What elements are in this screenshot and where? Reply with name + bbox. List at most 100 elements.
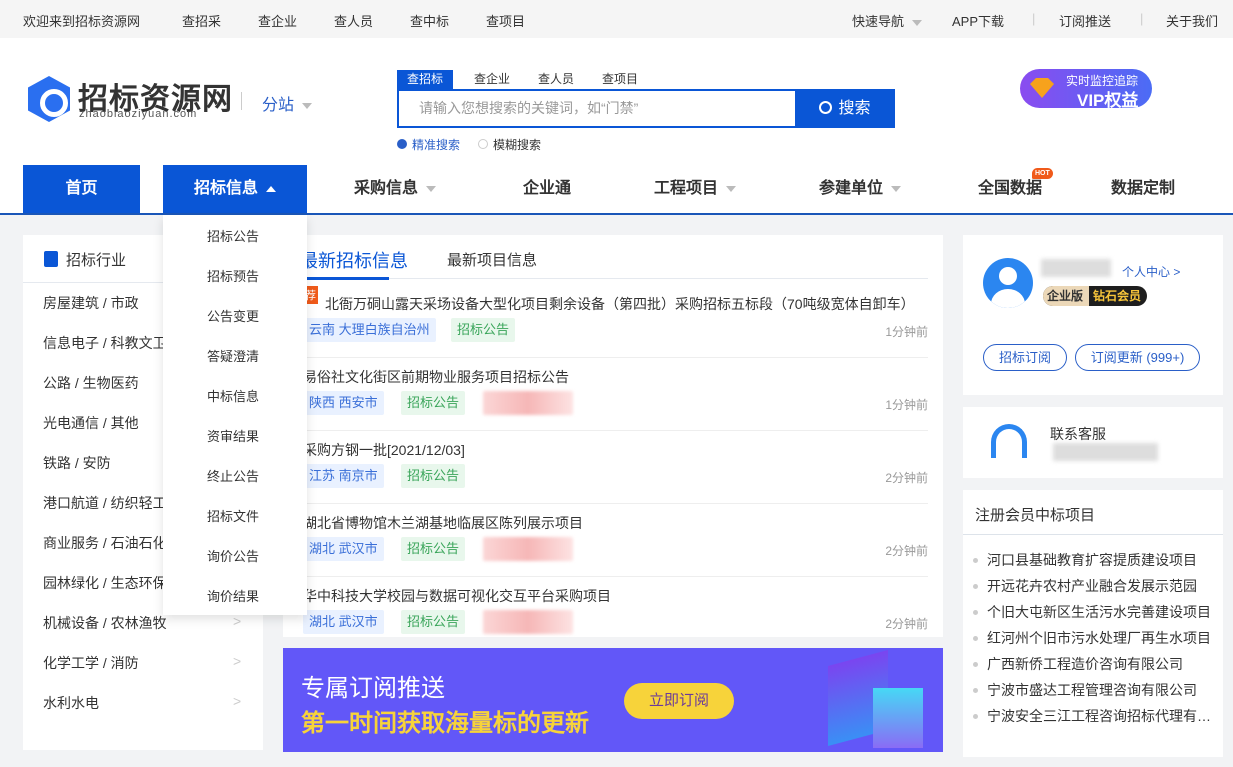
bookmark-icon (44, 251, 58, 267)
top-link[interactable]: 查企业 (258, 11, 297, 30)
search-input[interactable]: 请输入您想搜索的关键词，如“门禁” (397, 89, 795, 128)
dropdown-item[interactable]: 招标公告 (207, 226, 259, 245)
nav-home[interactable]: 首页 (23, 165, 140, 213)
nav-bidding-info[interactable]: 招标信息 (163, 165, 307, 213)
nav-data-custom[interactable]: 数据定制 (1093, 165, 1193, 213)
nav-procurement[interactable]: 采购信息 (330, 165, 460, 213)
nav-label: 采购信息 (353, 180, 418, 197)
customer-service-card[interactable]: 联系客服 (963, 407, 1223, 478)
vip-badge[interactable]: 实时监控追踪 VIP权益 (1020, 69, 1152, 110)
about-link[interactable]: 关于我们 (1166, 11, 1218, 30)
news-row[interactable]: 华中科技大学校园与数据可视化交互平台采购项目湖北 武汉市 招标公告 2分钟前 (303, 577, 928, 650)
type-tag[interactable]: 招标公告 (401, 537, 466, 561)
winner-item[interactable]: 河口县基础教育扩容提质建设项目 (973, 550, 1213, 570)
vip-line2: VIP权益 (1077, 91, 1139, 110)
logo-domain: zhaobiaoziyuan.com (79, 108, 198, 120)
subscribe-banner[interactable]: 专属订阅推送 第一时间获取海量标的更新 立即订阅 (283, 648, 943, 752)
news-row[interactable]: 采购方钢一批[2021/12/03] 江苏 南京市 招标公告 2分钟前 (303, 431, 928, 504)
dropdown-item[interactable]: 招标预告 (207, 266, 259, 285)
industry-label: 港口航道 / 纺织轻工 (43, 495, 167, 511)
industry-label: 水利水电 (43, 695, 99, 711)
winner-item[interactable]: 个旧大屯新区生活污水完善建设项目 (973, 602, 1213, 622)
news-time: 2分钟前 (885, 617, 928, 631)
type-tag[interactable]: 招标公告 (401, 464, 466, 488)
winner-item[interactable]: 开远花卉农村产业融合发展示范园 (973, 576, 1213, 596)
news-title[interactable]: 易俗社文化街区前期物业服务项目招标公告 (303, 367, 918, 387)
bid-subscribe-button[interactable]: 招标订阅 (983, 344, 1067, 371)
dropdown-item[interactable]: 资审结果 (207, 426, 259, 445)
top-link[interactable]: 查人员 (334, 11, 373, 30)
news-title[interactable]: 北衙万硐山露天采场设备大型化项目剩余设备（第四批）采购招标五标段（70吨级宽体自… (303, 294, 918, 314)
search-tab-company[interactable]: 查企业 (464, 70, 520, 89)
quick-nav[interactable]: 快速导航 (852, 11, 923, 30)
diamond-icon (1030, 78, 1054, 98)
nav-units[interactable]: 参建单位 (795, 165, 925, 213)
news-time: 1分钟前 (885, 325, 928, 339)
dropdown-item[interactable]: 询价公告 (207, 546, 259, 565)
search-tab-project[interactable]: 查项目 (592, 70, 648, 89)
mode-fuzzy[interactable]: 模糊搜索 (478, 136, 541, 153)
type-tag[interactable]: 招标公告 (451, 318, 516, 342)
tab-latest-bids[interactable]: 最新招标信息 (300, 247, 408, 273)
industry-label: 光电通信 / 其他 (43, 415, 139, 431)
news-title[interactable]: 湖北省博物馆木兰湖基地临展区陈列展示项目 (303, 513, 918, 533)
dropdown-item[interactable]: 答疑澄清 (207, 346, 259, 365)
top-bar: 欢迎来到招标资源网 查招采 查企业 查人员 查中标 查项目 快速导航 APP下载… (0, 0, 1233, 38)
personal-center-link[interactable]: 个人中心 > (1122, 263, 1180, 280)
search-tab-bid[interactable]: 查招标 (397, 70, 454, 89)
mode-exact[interactable]: 精准搜索 (397, 136, 460, 153)
industry-item[interactable]: 水利水电 > (23, 693, 263, 723)
tab-latest-projects[interactable]: 最新项目信息 (447, 249, 537, 270)
search-button[interactable]: 搜索 (795, 89, 895, 128)
caret-down-icon (726, 185, 736, 192)
news-title[interactable]: 华中科技大学校园与数据可视化交互平台采购项目 (303, 586, 918, 606)
winner-item[interactable]: 宁波市盛达工程管理咨询有限公司 (973, 680, 1213, 700)
industry-label: 房屋建筑 / 市政 (43, 295, 139, 311)
member-badge: 企业版 钻石会员 (1043, 286, 1148, 306)
top-link[interactable]: 查招采 (182, 11, 221, 30)
industry-label: 机械设备 / 农林渔牧 (43, 615, 167, 631)
news-title[interactable]: 采购方钢一批[2021/12/03] (303, 440, 918, 460)
industry-label: 化学工学 / 消防 (43, 655, 139, 671)
industry-item[interactable]: 化学工学 / 消防 > (23, 653, 263, 683)
news-row[interactable]: 荐北衙万硐山露天采场设备大型化项目剩余设备（第四批）采购招标五标段（70吨级宽体… (303, 285, 928, 358)
location-tag[interactable]: 湖北 武汉市 (303, 537, 384, 561)
winner-item[interactable]: 红河州个旧市污水处理厂再生水项目 (973, 628, 1213, 648)
winner-item[interactable]: 广西新侨工程造价咨询有限公司 (973, 654, 1213, 674)
branch-select[interactable]: 分站 (262, 91, 313, 115)
dropdown-item[interactable]: 招标文件 (207, 506, 259, 525)
news-row[interactable]: 易俗社文化街区前期物业服务项目招标公告 陕西 西安市 招标公告 1分钟前 (303, 358, 928, 431)
type-tag[interactable]: 招标公告 (401, 610, 466, 634)
top-link[interactable]: 查中标 (410, 11, 449, 30)
subscription-updates-button[interactable]: 订阅更新 (999+) (1075, 344, 1200, 371)
avatar[interactable] (983, 258, 1033, 308)
dropdown-item[interactable]: 中标信息 (207, 386, 259, 405)
edition-label: 企业版 (1043, 286, 1090, 306)
industry-item[interactable]: 机械设备 / 农林渔牧 > (23, 613, 263, 643)
top-link[interactable]: 查项目 (486, 11, 525, 30)
subscribe-link[interactable]: 订阅推送 (1059, 11, 1111, 30)
app-download-link[interactable]: APP下载 (952, 11, 1004, 30)
location-tag[interactable]: 陕西 西安市 (303, 391, 384, 415)
blurred-tag (483, 391, 573, 415)
blurred-tag (483, 537, 573, 561)
type-tag[interactable]: 招标公告 (401, 391, 466, 415)
location-tag[interactable]: 云南 大理白族自治州 (303, 318, 436, 342)
location-tag[interactable]: 江苏 南京市 (303, 464, 384, 488)
subscribe-now-button[interactable]: 立即订阅 (624, 683, 734, 719)
dropdown-item[interactable]: 公告变更 (207, 306, 259, 325)
nav-projects[interactable]: 工程项目 (630, 165, 760, 213)
dropdown-item[interactable]: 询价结果 (207, 586, 259, 605)
divider (241, 92, 242, 110)
industry-label: 信息电子 / 科教文卫 (43, 335, 167, 351)
dropdown-item[interactable]: 终止公告 (207, 466, 259, 485)
location-tag[interactable]: 湖北 武汉市 (303, 610, 384, 634)
winners-title: 注册会员中标项目 (975, 507, 1096, 524)
search-tab-person[interactable]: 查人员 (528, 70, 584, 89)
nav-enterprise[interactable]: 企业通 (497, 165, 597, 213)
hot-badge: HOT (1032, 168, 1053, 179)
caret-up-icon (266, 185, 276, 192)
winner-item[interactable]: 宁波安全三江工程咨询招标代理有限公司 (973, 706, 1213, 726)
news-row[interactable]: 湖北省博物馆木兰湖基地临展区陈列展示项目 湖北 武汉市 招标公告 2分钟前 (303, 504, 928, 577)
nav-label: 工程项目 (653, 180, 718, 197)
